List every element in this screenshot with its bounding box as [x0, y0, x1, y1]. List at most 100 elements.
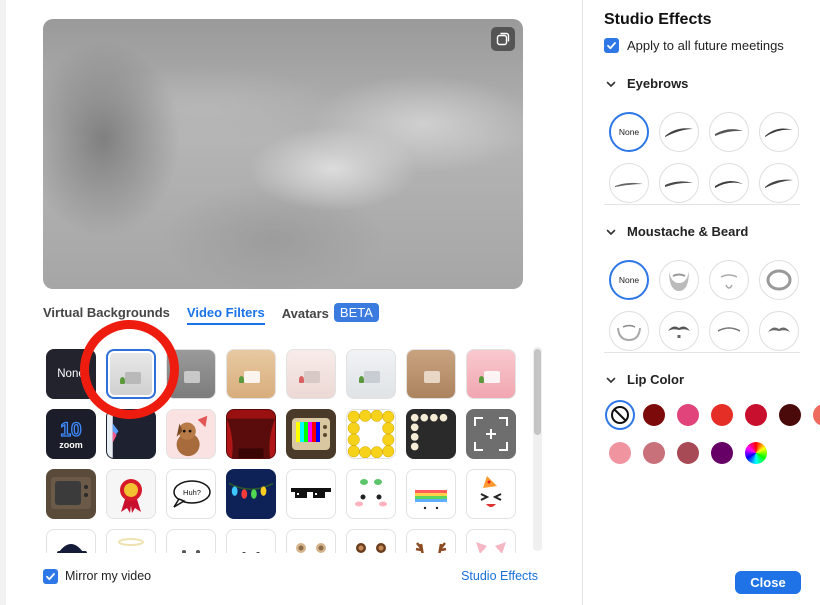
filter-tile-dark-panel[interactable]: [106, 409, 156, 459]
tab-avatars[interactable]: Avatars BETA: [282, 303, 379, 325]
filter-tile-award-ribbon[interactable]: [106, 469, 156, 519]
moustache-option-3[interactable]: [709, 311, 749, 351]
rainbow-stripe-icon: [415, 490, 447, 510]
pop-out-preview-button[interactable]: [491, 27, 515, 51]
lip-color-swatch[interactable]: [711, 442, 733, 464]
halo-icon: [118, 538, 144, 546]
video-preview: [43, 19, 523, 289]
curtain-icon: [227, 410, 275, 458]
filter-tile-bulb-frame[interactable]: [406, 409, 456, 459]
apply-future-meetings-checkbox[interactable]: [604, 38, 619, 53]
filter-tile-room-white[interactable]: [346, 349, 396, 399]
room-thumbnail: [184, 371, 200, 383]
filter-tile-none[interactable]: None: [46, 349, 96, 399]
filter-tile-room-brown[interactable]: [406, 349, 456, 399]
beard-option-2[interactable]: [709, 260, 749, 300]
beard-icon: [766, 269, 792, 291]
filter-tile-bear-brown[interactable]: [346, 529, 396, 553]
filter-tile-mask-face[interactable]: [226, 529, 276, 553]
lip-color-none-swatch[interactable]: [609, 404, 631, 426]
filter-tile-halo[interactable]: [106, 529, 156, 553]
filter-tile-theater-curtain[interactable]: [226, 409, 276, 459]
beta-badge: BETA: [333, 303, 379, 322]
beard-section-header[interactable]: Moustache & Beard: [604, 224, 748, 239]
scrollbar-thumb[interactable]: [534, 349, 541, 435]
filter-tile-zoom-10[interactable]: 10 zoom: [46, 409, 96, 459]
eyebrow-option-2[interactable]: [709, 112, 749, 152]
beard-label: Moustache & Beard: [627, 224, 749, 239]
lip-color-swatch[interactable]: [677, 404, 699, 426]
filter-tile-smiley-frame[interactable]: [346, 409, 396, 459]
lip-color-swatch[interactable]: [677, 442, 699, 464]
filter-tile-sprout-face[interactable]: [346, 469, 396, 519]
lip-color-swatch[interactable]: [609, 442, 631, 464]
filter-tile-room-tan[interactable]: [226, 349, 276, 399]
checkmark-icon: [46, 572, 55, 580]
lip-color-label: Lip Color: [627, 372, 685, 387]
filter-grid-scrollbar[interactable]: [533, 347, 542, 551]
eyebrow-option-1[interactable]: [659, 112, 699, 152]
filter-tile-retro-tv[interactable]: [286, 409, 336, 459]
svg-text:Huh?: Huh?: [183, 488, 201, 497]
lip-color-section-header[interactable]: Lip Color: [604, 372, 684, 387]
room-thumbnail: [484, 371, 500, 383]
filter-tile-rainbow[interactable]: [406, 469, 456, 519]
mirror-video-checkbox[interactable]: [43, 568, 58, 584]
eyebrow-option-5[interactable]: [659, 163, 699, 203]
filter-tile-room-gray[interactable]: [106, 349, 156, 399]
lip-color-swatch[interactable]: [643, 404, 665, 426]
holiday-lights-icon: [228, 482, 274, 499]
filter-tile-focus-frame[interactable]: [466, 409, 516, 459]
tab-virtual-backgrounds[interactable]: Virtual Backgrounds: [43, 303, 170, 325]
filter-tile-cap[interactable]: [46, 529, 96, 553]
beard-option-none[interactable]: None: [609, 260, 649, 300]
moustache-icon: [768, 327, 790, 332]
lip-color-swatch[interactable]: [745, 404, 767, 426]
lip-color-swatch[interactable]: [813, 404, 820, 426]
beard-option-3[interactable]: [759, 260, 799, 300]
eyebrow-option-4[interactable]: [609, 163, 649, 203]
filter-tile-party-emoji[interactable]: [466, 469, 516, 519]
pixel-sunglasses-icon: [291, 488, 331, 498]
filter-tile-old-tv[interactable]: [46, 469, 96, 519]
eyebrow-option-6[interactable]: [709, 163, 749, 203]
filter-tile-holiday-lights[interactable]: [226, 469, 276, 519]
filter-tile-pixel-sunglasses[interactable]: [286, 469, 336, 519]
filter-tile-pig-ears[interactable]: [466, 529, 516, 553]
filter-tile-room-pink[interactable]: [466, 349, 516, 399]
studio-effects-title: Studio Effects: [604, 11, 712, 28]
filter-tile-reindeer-antlers[interactable]: [406, 529, 456, 553]
beard-option-1[interactable]: [659, 260, 699, 300]
filter-tile-dog-cartoon[interactable]: [166, 409, 216, 459]
bulb-frame-icon: [410, 413, 448, 451]
none-label: None: [57, 368, 85, 380]
eyebrow-option-none[interactable]: None: [609, 112, 649, 152]
moustache-option-4[interactable]: [759, 311, 799, 351]
close-button[interactable]: Close: [735, 571, 801, 594]
lip-color-swatch[interactable]: [711, 404, 733, 426]
eyebrow-icon: [665, 128, 693, 137]
focus-frame-icon: [474, 417, 508, 451]
retro-tv-icon: [292, 418, 330, 450]
custom-color-wheel-icon[interactable]: [745, 442, 767, 464]
moustache-option-1[interactable]: [609, 311, 649, 351]
eyebrow-icon: [715, 129, 743, 136]
filter-tile-room-dark[interactable]: [166, 349, 216, 399]
moustache-option-2[interactable]: [659, 311, 699, 351]
eyebrows-label: Eyebrows: [627, 76, 689, 91]
plant-icon: [239, 376, 244, 383]
eyebrows-section-header[interactable]: Eyebrows: [604, 76, 688, 91]
filter-tile-room-pink-light[interactable]: [286, 349, 336, 399]
lip-color-swatch[interactable]: [779, 404, 801, 426]
eyebrow-option-7[interactable]: [759, 163, 799, 203]
mirror-video-label: Mirror my video: [65, 569, 152, 583]
filter-tile-cat-face[interactable]: [166, 529, 216, 553]
studio-effects-link[interactable]: Studio Effects: [461, 569, 538, 583]
beard-icon: [669, 271, 689, 291]
left-edge-strip: [0, 0, 6, 605]
lip-color-swatch[interactable]: [643, 442, 665, 464]
filter-tile-huh-bubble[interactable]: Huh?: [166, 469, 216, 519]
eyebrow-option-3[interactable]: [759, 112, 799, 152]
filter-tile-bear-ears[interactable]: [286, 529, 336, 553]
tab-video-filters[interactable]: Video Filters: [186, 303, 265, 325]
